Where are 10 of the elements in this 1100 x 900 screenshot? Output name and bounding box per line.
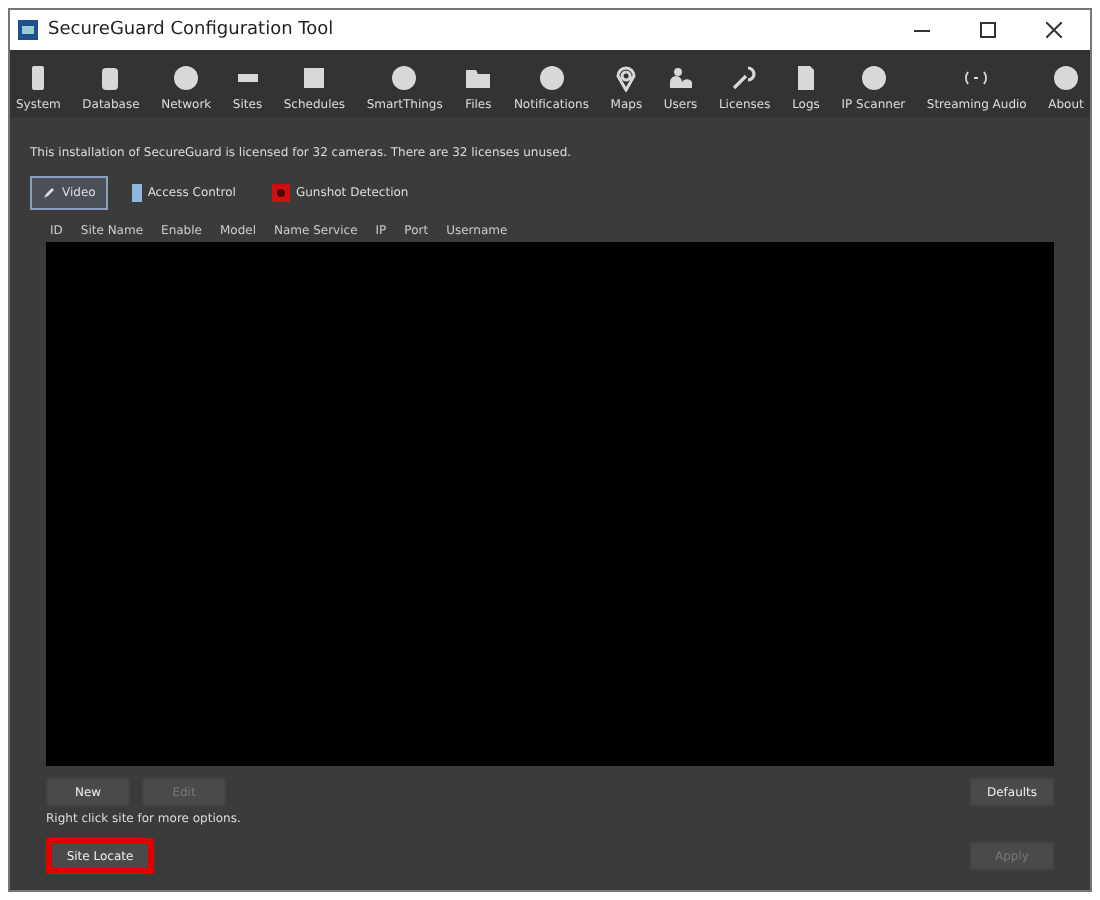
- maximize-icon[interactable]: [980, 22, 996, 38]
- map-pin-icon: [612, 64, 641, 92]
- folder-icon: [464, 64, 493, 92]
- users-icon: [666, 64, 695, 92]
- app-icon: [18, 20, 38, 40]
- minimize-icon[interactable]: [914, 29, 930, 31]
- window-title: SecureGuard Configuration Tool: [48, 20, 336, 40]
- close-icon[interactable]: [1046, 22, 1062, 38]
- pencil-icon: [42, 186, 56, 200]
- target-icon: [271, 184, 290, 202]
